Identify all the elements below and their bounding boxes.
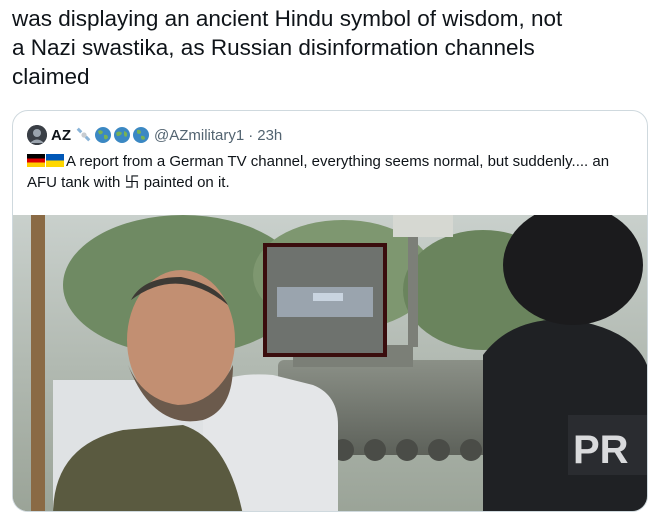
- quoted-tweet-text: A report from a German TV channel, every…: [27, 151, 627, 193]
- avatar[interactable]: [27, 125, 47, 145]
- quoted-tweet-header: AZ @AZmilitary1 · 23h: [27, 125, 282, 145]
- video-frame: PR: [13, 215, 647, 511]
- globe-icon: [114, 127, 130, 143]
- separator: ·: [248, 126, 254, 144]
- handle[interactable]: @AZmilitary1: [154, 127, 244, 144]
- ukraine-flag-icon: [46, 154, 64, 167]
- timestamp[interactable]: 23h: [257, 127, 282, 144]
- globe-icon: [133, 127, 149, 143]
- satellite-icon: [76, 127, 91, 142]
- tweet-text: was displaying an ancient Hindu symbol o…: [12, 6, 563, 89]
- globe-icon: [95, 127, 111, 143]
- quoted-text-part-1: A report from a German TV channel, every…: [27, 153, 610, 191]
- quoted-tweet-card[interactable]: AZ @AZmilitary1 · 23h A report from a Ge…: [12, 110, 648, 512]
- quoted-tweet-video[interactable]: PR: [13, 215, 647, 511]
- name-emoji-row: [75, 126, 150, 144]
- german-flag-icon: [27, 154, 45, 167]
- avatar-image-icon: [27, 125, 47, 145]
- vest-label: PR: [573, 428, 629, 472]
- symbol-glyph: 卐: [124, 174, 140, 191]
- display-name[interactable]: AZ: [51, 127, 71, 144]
- quoted-text-part-2: painted on it.: [139, 174, 230, 191]
